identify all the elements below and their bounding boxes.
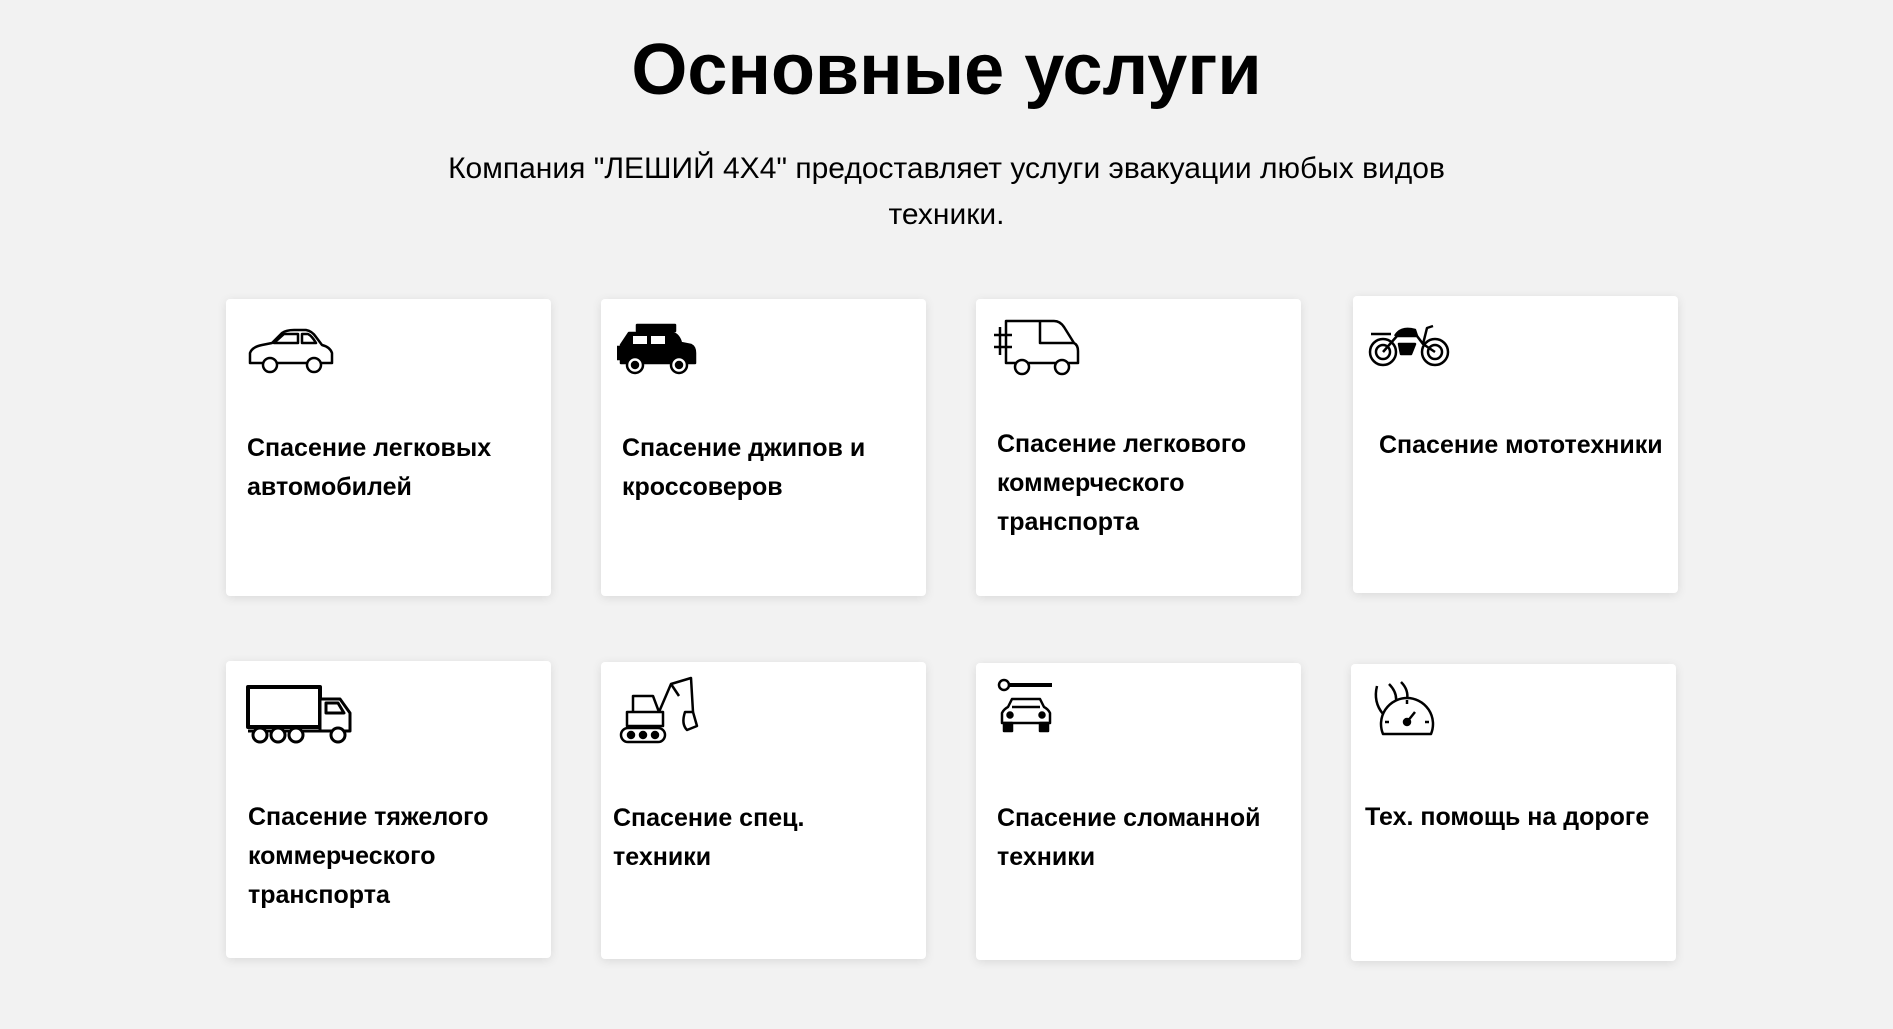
excavator-icon (619, 676, 709, 746)
service-card-road-assistance[interactable]: Тех. помощь на дороге (1351, 664, 1676, 961)
service-label: Спасение спец. техники (613, 804, 805, 871)
service-label: Спасение сломанной техники (997, 804, 1261, 871)
service-label: Спасение джипов и кроссоверов (622, 434, 866, 501)
van-icon (992, 317, 1082, 387)
motorcycle-icon (1367, 322, 1457, 392)
page-subtitle: Компания "ЛЕШИЙ 4Х4" предоставляет услуг… (448, 152, 1445, 231)
service-card-cars[interactable]: Спасение легковых автомобилей (226, 299, 551, 596)
jeep-icon (617, 323, 707, 393)
service-card-heavy-commercial[interactable]: Спасение тяжелого коммерческого транспор… (226, 661, 551, 958)
page-title: Основные услуги (631, 30, 1262, 110)
service-card-light-commercial[interactable]: Спасение легкового коммерческого транспо… (976, 299, 1301, 596)
broken-car-wrench-icon (996, 677, 1086, 747)
car-icon (246, 321, 336, 391)
truck-icon (246, 685, 352, 755)
service-label: Спасение тяжелого коммерческого транспор… (248, 803, 489, 909)
road-assistance-icon (1371, 680, 1461, 750)
service-label: Спасение легковых автомобилей (247, 434, 492, 501)
service-card-broken-vehicle[interactable]: Спасение сломанной техники (976, 663, 1301, 960)
service-label: Тех. помощь на дороге (1365, 803, 1650, 831)
service-label: Спасение мототехники (1379, 431, 1663, 459)
service-card-jeeps[interactable]: Спасение джипов и кроссоверов (601, 299, 926, 596)
service-card-special-equipment[interactable]: Спасение спец. техники (601, 662, 926, 959)
service-label: Спасение легкового коммерческого транспо… (997, 430, 1247, 536)
service-card-moto[interactable]: Спасение мототехники (1353, 296, 1678, 593)
